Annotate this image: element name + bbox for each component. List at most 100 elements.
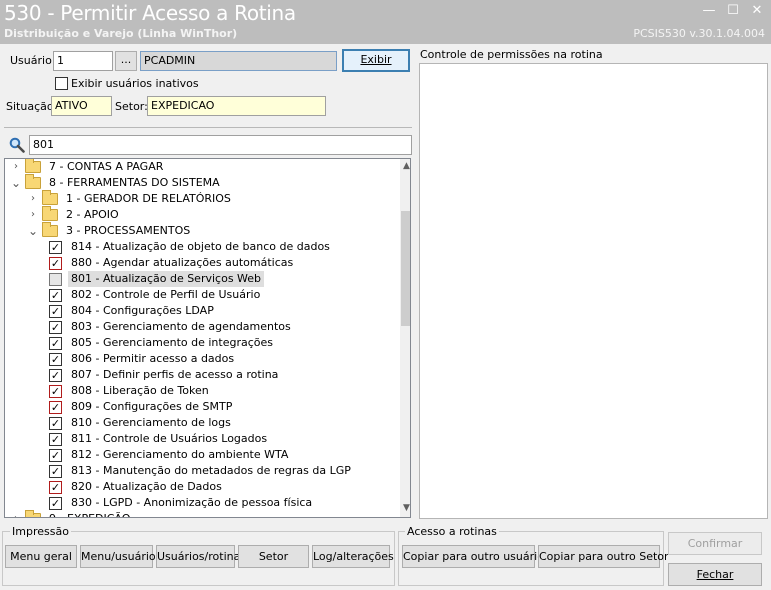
scroll-up-icon[interactable]: ▲ <box>403 161 410 171</box>
tree-node-label: 9 - EXPEDIÇÃO <box>46 511 133 517</box>
scroll-down-icon[interactable]: ▼ <box>403 503 410 513</box>
permission-checkbox[interactable]: ✓ <box>49 256 62 270</box>
tree-item-node[interactable]: ✓ 805 - Gerenciamento de integrações <box>49 335 276 351</box>
tree-folder-node[interactable]: › 7 - CONTAS A PAGAR <box>11 159 166 175</box>
tree-node-label: 809 - Configurações de SMTP <box>71 400 233 413</box>
tree-node-label: 806 - Permitir acesso a dados <box>71 352 235 365</box>
expand-icon[interactable]: › <box>28 191 38 207</box>
folder-icon <box>42 190 58 205</box>
tree-item-node[interactable]: ✓ 812 - Gerenciamento do ambiente WTA <box>49 447 291 463</box>
permission-checkbox[interactable]: ✓ <box>49 416 62 430</box>
tree-item-node[interactable]: ✓ 806 - Permitir acesso a dados <box>49 351 237 367</box>
tree-item-node[interactable]: ✓ 820 - Atualização de Dados <box>49 479 225 495</box>
tree-item-node[interactable]: ✓ 813 - Manutenção do metadados de regras… <box>49 463 354 479</box>
collapse-icon[interactable]: ⌄ <box>28 225 38 237</box>
permission-checkbox[interactable]: ✓ <box>49 352 62 366</box>
tree-folder-node[interactable]: › 1 - GERADOR DE RELATÓRIOS <box>28 190 234 207</box>
usuarios-rotina-button[interactable]: Usuários/rotina <box>156 545 240 568</box>
tree-scrollbar[interactable]: ▲ ▼ <box>400 159 410 517</box>
tree-node-label: 814 - Atualização de objeto de banco de … <box>71 240 330 253</box>
permission-checkbox[interactable]: ✓ <box>49 400 62 414</box>
inativos-checkbox[interactable] <box>55 77 68 90</box>
tree-node-label: 820 - Atualização de Dados <box>71 480 222 493</box>
scroll-thumb[interactable] <box>401 211 410 326</box>
impressao-title: Impressão <box>10 525 71 538</box>
tree-item-node[interactable]: ✓ 814 - Atualização de objeto de banco de… <box>49 239 333 255</box>
tree-item-node[interactable]: ✓ 880 - Agendar atualizações automáticas <box>49 255 296 271</box>
tree-node-label: 830 - LGPD - Anonimização de pessoa físi… <box>71 496 313 509</box>
permission-checkbox[interactable]: ✓ <box>49 240 62 254</box>
tree-node-label: 812 - Gerenciamento do ambiente WTA <box>71 448 289 461</box>
tree-node-label: 813 - Manutenção do metadados de regras … <box>71 464 351 477</box>
tree-node-label: 805 - Gerenciamento de integrações <box>71 336 273 349</box>
maximize-icon: ☐ <box>727 3 739 18</box>
exibir-button[interactable]: Exibir <box>342 49 410 72</box>
tree-node-label: 7 - CONTAS A PAGAR <box>49 160 164 173</box>
expand-icon[interactable]: › <box>11 511 21 517</box>
tree-item-node[interactable]: ✓ 802 - Controle de Perfil de Usuário <box>49 287 263 303</box>
user-lookup-button[interactable]: ... <box>115 51 137 71</box>
permission-checkbox[interactable]: ✓ <box>49 288 62 302</box>
folder-icon <box>25 510 41 517</box>
expand-icon[interactable]: › <box>28 207 38 223</box>
permission-checkbox[interactable]: ✓ <box>49 432 62 446</box>
fechar-button[interactable]: Fechar <box>668 563 762 586</box>
setor-button[interactable]: Setor <box>238 545 309 568</box>
tree-folder-node[interactable]: ⌄ 3 - PROCESSAMENTOS <box>28 222 193 239</box>
inativos-label: Exibir usuários inativos <box>71 77 199 90</box>
tree-node-label: 8 - FERRAMENTAS DO SISTEMA <box>49 176 220 189</box>
tree-item-node[interactable]: ✓ 808 - Liberação de Token <box>49 383 212 399</box>
search-input[interactable]: 801 <box>29 135 412 155</box>
tree-item-node[interactable]: ✓ 810 - Gerenciamento de logs <box>49 415 234 431</box>
usuario-code-input[interactable]: 1 <box>53 51 113 71</box>
permission-checkbox[interactable]: ✓ <box>49 448 62 462</box>
log-alteracoes-button[interactable]: Log/alterações <box>312 545 394 568</box>
menu-geral-button[interactable]: Menu geral <box>5 545 77 568</box>
tree-node-label: 803 - Gerenciamento de agendamentos <box>71 320 291 333</box>
tree-node-label: 1 - GERADOR DE RELATÓRIOS <box>66 192 231 205</box>
setor-field: EXPEDICAO <box>147 96 326 116</box>
permission-checkbox[interactable]: ✓ <box>49 368 62 382</box>
tree-item-node[interactable]: ✓ 811 - Controle de Usuários Logados <box>49 431 270 447</box>
tree-item-node[interactable]: ✓ 809 - Configurações de SMTP <box>49 399 235 415</box>
copiar-setor-button[interactable]: Copiar para outro Setor <box>538 545 669 568</box>
folder-icon <box>42 206 58 221</box>
permission-checkbox[interactable]: ✓ <box>49 384 62 398</box>
tree-item-node[interactable]: 801 - Atualização de Serviços Web <box>49 271 265 287</box>
window-subtitle: Distribuição e Varejo (Linha WinThor) <box>4 27 238 40</box>
tree-item-node[interactable]: ✓ 804 - Configurações LDAP <box>49 303 217 319</box>
permission-checkbox[interactable]: ✓ <box>49 464 62 478</box>
close-button[interactable]: ✕ <box>746 2 768 20</box>
tree-item-node[interactable]: ✓ 807 - Definir perfis de acesso a rotina <box>49 367 281 383</box>
tree-folder-node[interactable]: › 2 - APOIO <box>28 206 122 223</box>
folder-icon <box>25 174 41 189</box>
folder-icon <box>42 222 58 237</box>
confirmar-button[interactable]: Confirmar <box>668 532 762 555</box>
tree-folder-node[interactable]: ⌄ 8 - FERRAMENTAS DO SISTEMA <box>11 174 223 191</box>
tree-folder-node[interactable]: › 9 - EXPEDIÇÃO <box>11 510 133 517</box>
permission-checkbox[interactable]: ✓ <box>49 336 62 350</box>
copiar-usuario-button[interactable]: Copiar para outro usuário <box>402 545 544 568</box>
tree-item-node[interactable]: ✓ 803 - Gerenciamento de agendamentos <box>49 319 294 335</box>
permission-checkbox[interactable]: ✓ <box>49 480 62 494</box>
menu-usuario-button[interactable]: Menu/usuário <box>80 545 156 568</box>
maximize-button[interactable]: ☐ <box>722 2 744 20</box>
divider <box>4 127 412 128</box>
tree-node-label: 880 - Agendar atualizações automáticas <box>71 256 294 269</box>
expand-icon[interactable]: › <box>11 159 21 175</box>
permission-checkbox[interactable] <box>49 272 62 286</box>
minimize-button[interactable]: — <box>698 2 720 20</box>
permission-checkbox[interactable]: ✓ <box>49 304 62 318</box>
permission-checkbox[interactable]: ✓ <box>49 496 62 510</box>
tree-node-label: 808 - Liberação de Token <box>71 384 209 397</box>
permissions-title: Controle de permissões na rotina <box>420 48 603 61</box>
tree-item-node[interactable]: ✓ 830 - LGPD - Anonimização de pessoa fís… <box>49 495 315 511</box>
collapse-icon[interactable]: ⌄ <box>11 177 21 189</box>
tree-node-label: 804 - Configurações LDAP <box>71 304 214 317</box>
situacao-label: Situação: <box>6 100 58 113</box>
usuario-name-field: PCADMIN <box>140 51 337 71</box>
permissions-panel[interactable] <box>419 63 768 519</box>
permission-checkbox[interactable]: ✓ <box>49 320 62 334</box>
title-bar: 530 - Permitir Acesso a Rotina Distribui… <box>0 0 771 44</box>
menu-tree[interactable]: › 7 - CONTAS A PAGAR ⌄ 8 - FERRAMENTAS DO S… <box>4 158 411 518</box>
